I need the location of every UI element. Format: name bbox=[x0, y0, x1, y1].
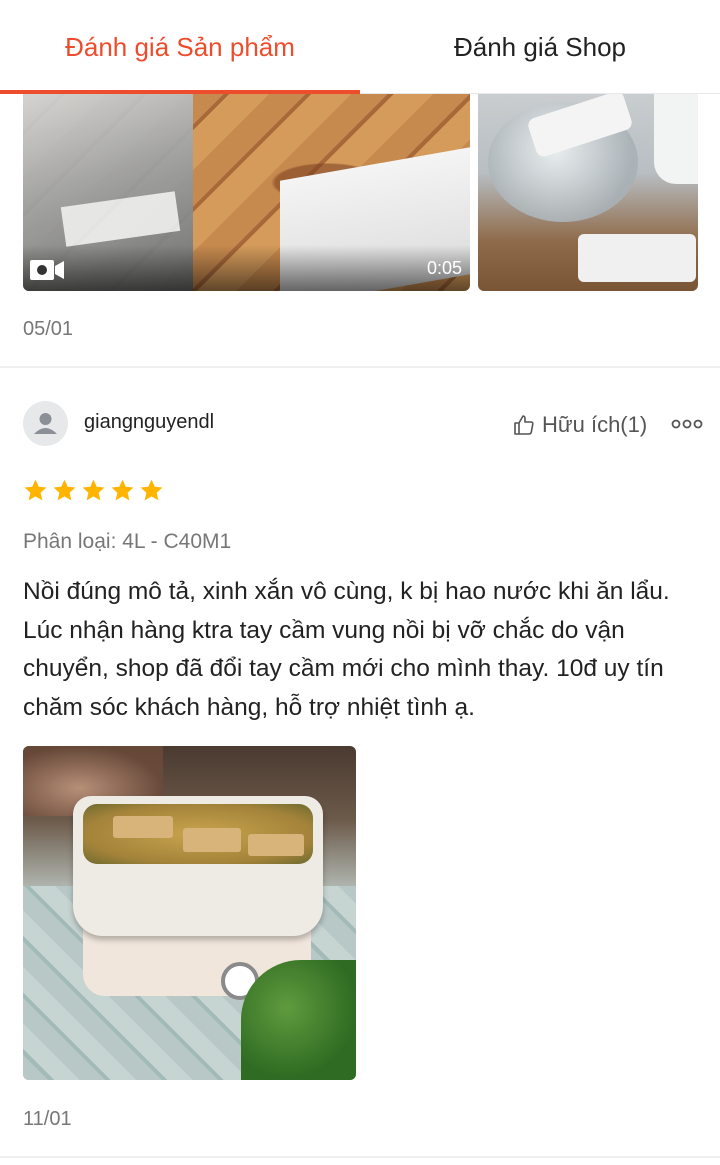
review-tabs: Đánh giá Sản phẩm Đánh giá Shop bbox=[0, 0, 720, 94]
active-tab-indicator bbox=[0, 90, 360, 94]
avatar[interactable] bbox=[23, 401, 68, 446]
video-duration: 0:05 bbox=[426, 258, 462, 278]
photo-tofu bbox=[113, 816, 173, 838]
tab-shop-reviews-label: Đánh giá Shop bbox=[453, 31, 627, 62]
review-divider bbox=[0, 1156, 720, 1158]
review-photo[interactable] bbox=[23, 746, 356, 1080]
review-divider bbox=[0, 366, 720, 368]
tab-shop-reviews[interactable]: Đánh giá Shop bbox=[360, 0, 720, 94]
review-date: 11/01 bbox=[23, 1108, 72, 1130]
helpful-label: Hữu ích(1) bbox=[542, 412, 648, 437]
star-icon bbox=[111, 479, 134, 501]
review-text: Nồi đúng mô tả, xinh xắn vô cùng, k bị h… bbox=[23, 578, 670, 721]
previous-review-photo[interactable] bbox=[478, 94, 698, 291]
product-variant: Phân loại: 4L - C40M1 bbox=[23, 530, 232, 553]
user-avatar-icon bbox=[34, 413, 57, 434]
video-camera-icon bbox=[30, 260, 64, 280]
star-icon bbox=[140, 479, 163, 501]
tab-product-reviews[interactable]: Đánh giá Sản phẩm bbox=[0, 0, 360, 94]
star-icon bbox=[24, 479, 47, 501]
reviewer-username: giangnguyendl bbox=[84, 411, 215, 433]
rating-stars bbox=[23, 478, 164, 503]
star-icon bbox=[53, 479, 76, 501]
photo-thumb-bowl bbox=[654, 94, 698, 184]
photo-thumb-handle-2 bbox=[578, 234, 696, 282]
helpful-button[interactable]: Hữu ích(1) bbox=[512, 410, 647, 440]
more-options-icon[interactable] bbox=[671, 414, 703, 434]
previous-review-date: 05/01 bbox=[23, 318, 74, 340]
photo-tofu bbox=[183, 828, 241, 852]
star-icon bbox=[82, 479, 105, 501]
tab-product-reviews-label: Đánh giá Sản phẩm bbox=[65, 31, 295, 62]
video-overlay-bar: 0:05 bbox=[23, 245, 470, 291]
photo-greens bbox=[241, 960, 356, 1080]
photo-tofu bbox=[248, 834, 304, 856]
thumbs-up-icon bbox=[514, 415, 534, 435]
previous-review-video[interactable]: 0:05 bbox=[23, 94, 470, 291]
